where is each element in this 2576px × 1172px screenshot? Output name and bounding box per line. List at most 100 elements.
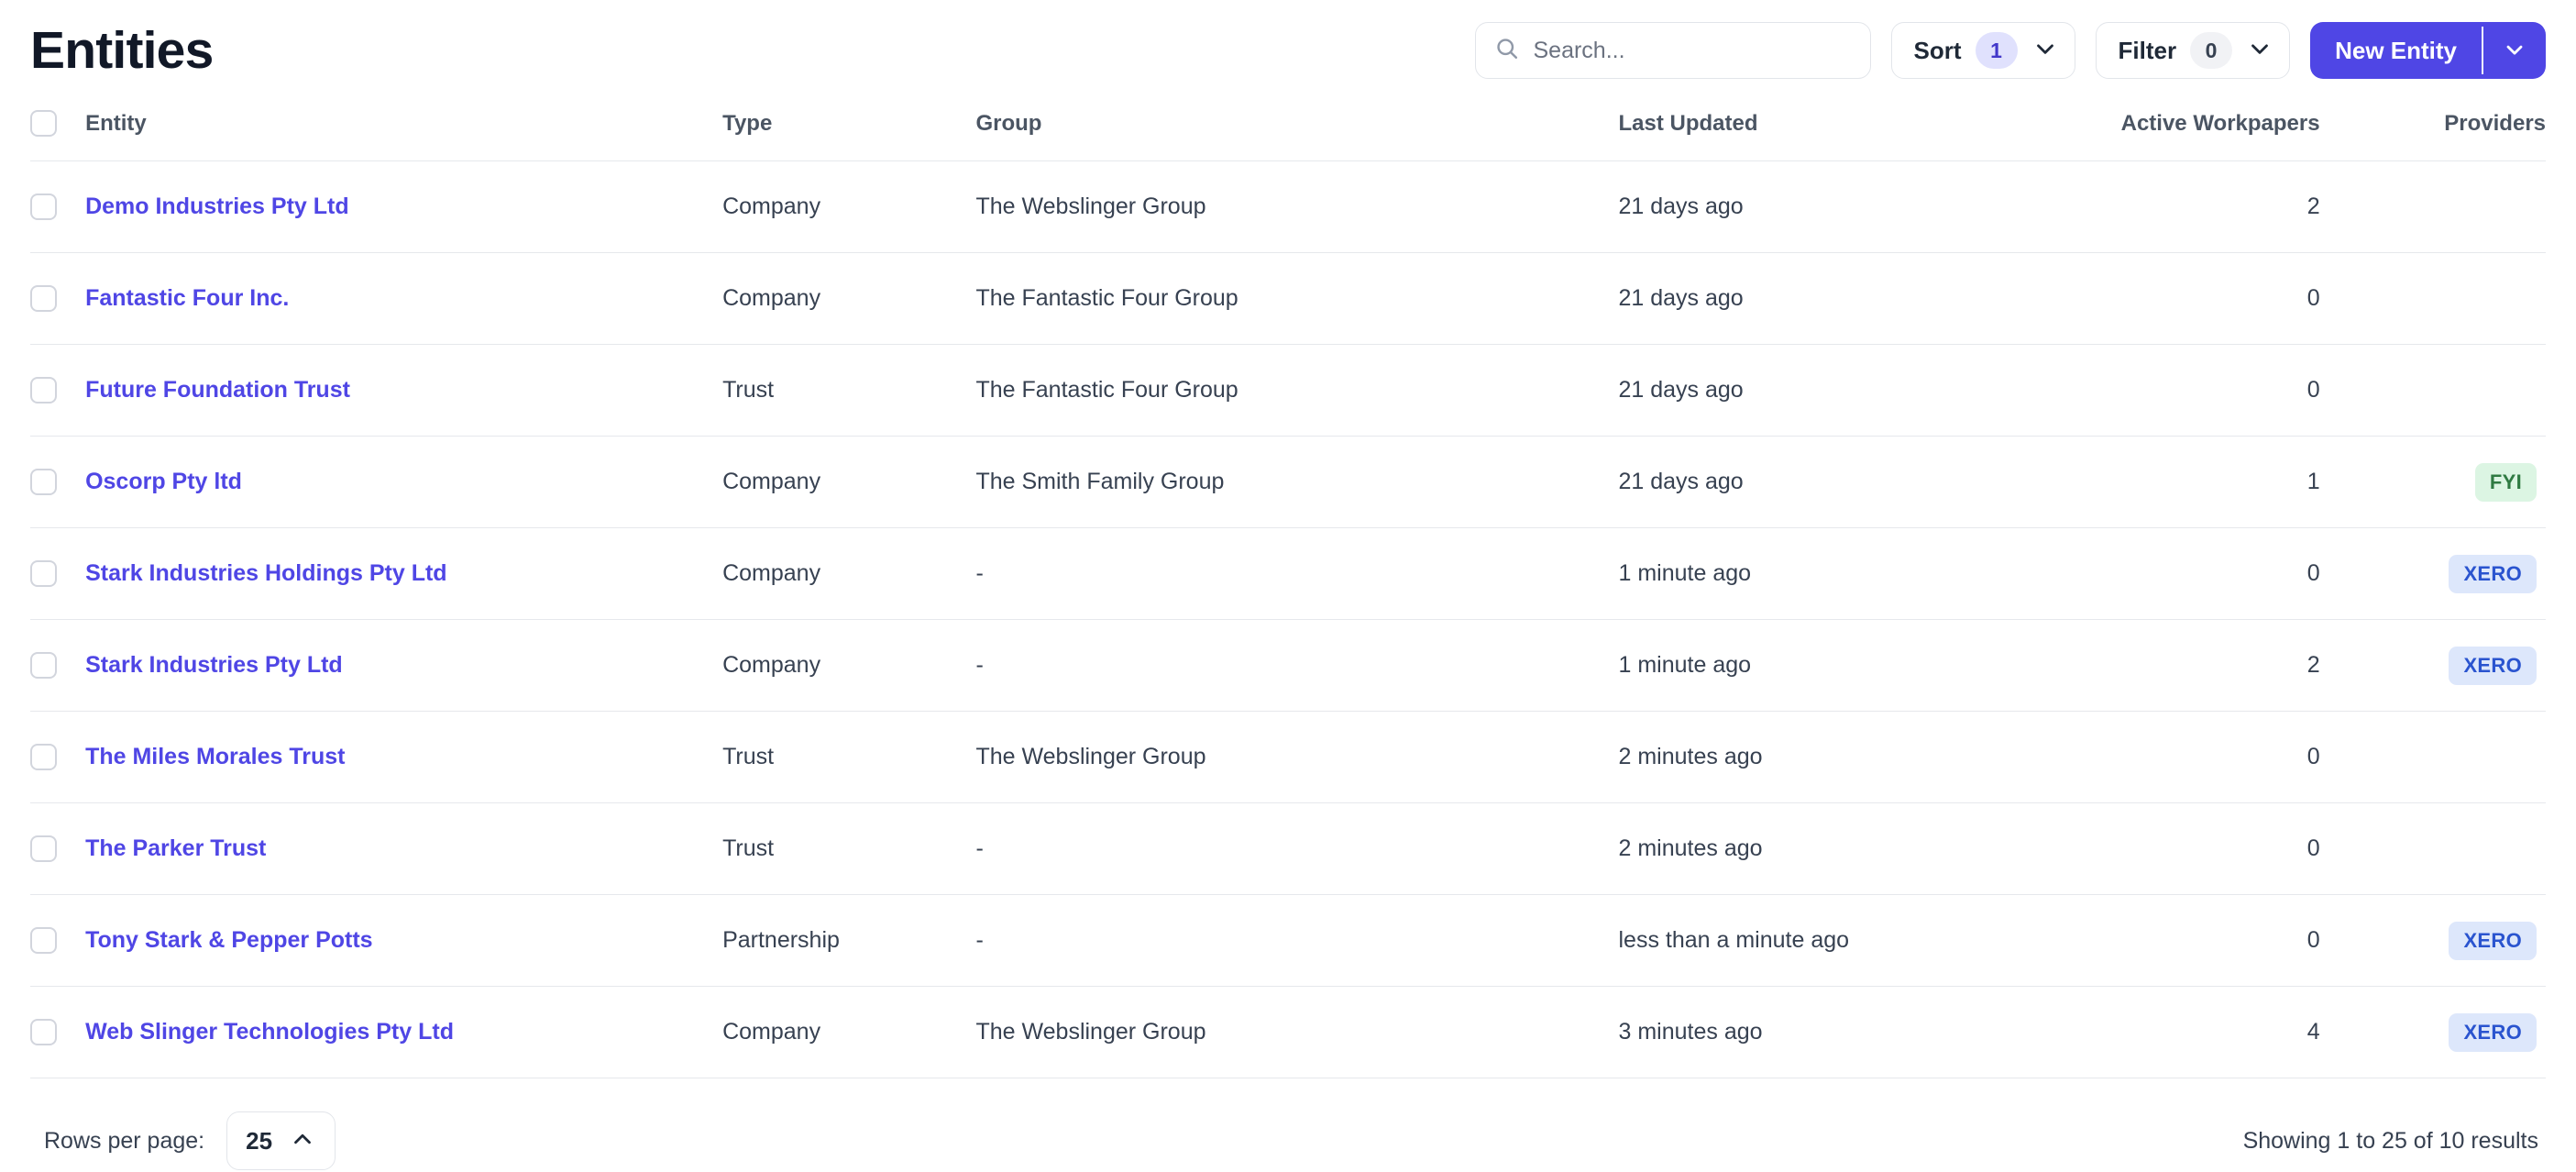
entity-group-cell: The Fantastic Four Group: [975, 252, 1619, 345]
table-row[interactable]: Oscorp Pty ltd Company The Smith Family Gr…: [30, 436, 2546, 528]
table-row[interactable]: Web Slinger Technologies Pty Ltd Company T…: [30, 986, 2546, 1078]
last-updated-cell: less than a minute ago: [1618, 894, 2069, 987]
entity-type-cell: Company: [722, 619, 976, 712]
provider-badge: XERO: [2449, 921, 2537, 960]
new-entity-dropdown-button[interactable]: [2483, 22, 2546, 79]
entity-type-cell: Trust: [722, 802, 976, 895]
providers-cell: XERO: [2325, 527, 2546, 620]
rows-per-page-value: 25: [246, 1126, 273, 1155]
entity-cell: Web Slinger Technologies Pty Ltd: [85, 986, 723, 1078]
entity-link[interactable]: Future Foundation Trust: [85, 377, 350, 403]
last-updated-cell: 3 minutes ago: [1618, 986, 2069, 1078]
column-header-group[interactable]: Group: [975, 101, 1619, 161]
row-select-cell: [30, 894, 86, 987]
table-row[interactable]: Tony Stark & Pepper Potts Partnership - les…: [30, 894, 2546, 987]
entity-group-cell: The Webslinger Group: [975, 160, 1619, 253]
last-updated-cell: 1 minute ago: [1618, 527, 2069, 620]
providers-cell: XERO: [2325, 986, 2546, 1078]
active-workpapers-cell: 0: [2068, 344, 2326, 437]
row-select-cell: [30, 252, 86, 345]
row-checkbox[interactable]: [30, 377, 57, 404]
provider-badge: XERO: [2449, 646, 2537, 685]
active-workpapers-cell: 0: [2068, 894, 2326, 987]
entities-table-container: Entity Type Group Last Updated Active Wo…: [0, 101, 2576, 1078]
search-input[interactable]: [1533, 37, 1852, 64]
table-header-row: Entity Type Group Last Updated Active Wo…: [30, 101, 2546, 161]
chevron-down-icon: [2031, 35, 2059, 67]
row-checkbox[interactable]: [30, 469, 57, 495]
toolbar: Sort 1 Filter 0 Ne: [1474, 22, 2546, 79]
entity-cell: Stark Industries Pty Ltd: [85, 619, 723, 712]
entity-type-cell: Company: [722, 252, 976, 345]
table-row[interactable]: Fantastic Four Inc. Company The Fantastic …: [30, 252, 2546, 345]
table-row[interactable]: Future Foundation Trust Trust The Fantasti…: [30, 344, 2546, 437]
active-workpapers-cell: 1: [2068, 436, 2326, 528]
active-workpapers-cell: 0: [2068, 802, 2326, 895]
entities-page: Entities Sort 1: [0, 0, 2576, 1172]
table-row[interactable]: The Miles Morales Trust Trust The Websling…: [30, 711, 2546, 803]
entity-link[interactable]: Stark Industries Pty Ltd: [85, 652, 343, 678]
entity-link[interactable]: Tony Stark & Pepper Potts: [85, 927, 373, 953]
column-header-entity[interactable]: Entity: [85, 101, 723, 161]
table-row[interactable]: The Parker Trust Trust -2 minutes ago 0: [30, 802, 2546, 895]
column-header-providers[interactable]: Providers: [2325, 101, 2546, 161]
last-updated-cell: 1 minute ago: [1618, 619, 2069, 712]
row-select-cell: [30, 711, 86, 803]
last-updated-cell: 21 days ago: [1618, 344, 2069, 437]
filter-count-badge: 0: [2190, 32, 2233, 69]
row-checkbox[interactable]: [30, 652, 57, 679]
entity-cell: Stark Industries Holdings Pty Ltd: [85, 527, 723, 620]
column-header-type[interactable]: Type: [722, 101, 976, 161]
table-row[interactable]: Stark Industries Holdings Pty Ltd Company…: [30, 527, 2546, 620]
providers-wrapper: FYI: [2326, 462, 2546, 502]
sort-button[interactable]: Sort 1: [1890, 22, 2075, 79]
entity-link[interactable]: Oscorp Pty ltd: [85, 469, 242, 494]
providers-cell: XERO: [2325, 619, 2546, 712]
table-row[interactable]: Demo Industries Pty Ltd Company The Websli…: [30, 160, 2546, 253]
search-box[interactable]: [1474, 22, 1871, 79]
row-checkbox[interactable]: [30, 927, 57, 954]
entity-link[interactable]: Web Slinger Technologies Pty Ltd: [85, 1019, 454, 1045]
entity-group-cell: -: [975, 527, 1619, 620]
entity-link[interactable]: The Miles Morales Trust: [85, 744, 345, 769]
chevron-down-icon: [2246, 35, 2273, 67]
column-header-active-workpapers[interactable]: Active Workpapers: [2068, 101, 2326, 161]
entity-link[interactable]: Stark Industries Holdings Pty Ltd: [85, 560, 447, 586]
entity-cell: The Parker Trust: [85, 802, 723, 895]
entity-cell: Oscorp Pty ltd: [85, 436, 723, 528]
entity-type-cell: Company: [722, 527, 976, 620]
sort-label: Sort: [1913, 36, 1962, 64]
entity-cell: Tony Stark & Pepper Potts: [85, 894, 723, 987]
page-header: Entities Sort 1: [0, 0, 2576, 101]
select-all-header: [30, 101, 86, 161]
rows-per-page-select[interactable]: 25: [226, 1111, 336, 1170]
entity-link[interactable]: Demo Industries Pty Ltd: [85, 193, 349, 219]
filter-label: Filter: [2118, 36, 2177, 64]
last-updated-cell: 2 minutes ago: [1618, 711, 2069, 803]
providers-cell: [2325, 344, 2546, 437]
active-workpapers-cell: 0: [2068, 252, 2326, 345]
providers-cell: [2325, 252, 2546, 345]
active-workpapers-cell: 2: [2068, 160, 2326, 253]
row-checkbox[interactable]: [30, 193, 57, 220]
row-select-cell: [30, 986, 86, 1078]
table-row[interactable]: Stark Industries Pty Ltd Company -1 minute…: [30, 619, 2546, 712]
entity-link[interactable]: Fantastic Four Inc.: [85, 285, 289, 311]
row-checkbox[interactable]: [30, 560, 57, 587]
entity-link[interactable]: The Parker Trust: [85, 835, 266, 861]
entity-cell: Fantastic Four Inc.: [85, 252, 723, 345]
providers-cell: XERO: [2325, 894, 2546, 987]
filter-button[interactable]: Filter 0: [2095, 22, 2291, 79]
providers-wrapper: XERO: [2326, 646, 2546, 685]
table-footer: Rows per page: 25 Showing 1 to 25 of 10 …: [0, 1078, 2576, 1170]
results-summary: Showing 1 to 25 of 10 results: [2242, 1127, 2538, 1154]
entity-type-cell: Company: [722, 986, 976, 1078]
column-header-last-updated[interactable]: Last Updated: [1618, 101, 2069, 161]
row-checkbox[interactable]: [30, 744, 57, 770]
row-checkbox[interactable]: [30, 835, 57, 862]
row-checkbox[interactable]: [30, 285, 57, 312]
new-entity-button[interactable]: New Entity: [2310, 22, 2482, 79]
row-select-cell: [30, 160, 86, 253]
row-checkbox[interactable]: [30, 1019, 57, 1045]
select-all-checkbox[interactable]: [30, 110, 57, 137]
